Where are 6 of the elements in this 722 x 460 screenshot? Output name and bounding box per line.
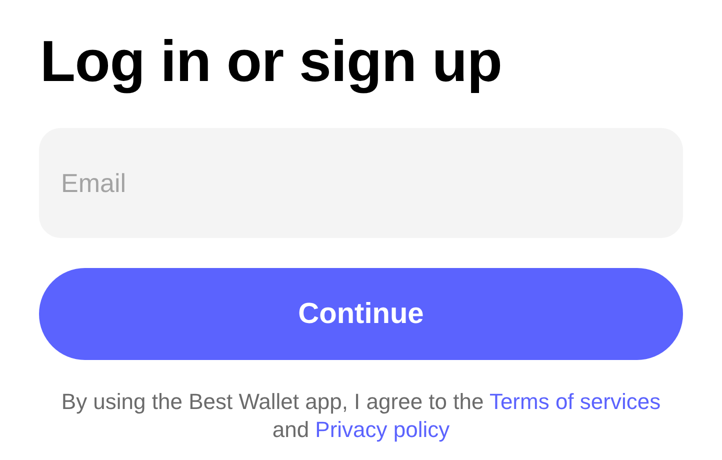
legal-link[interactable]: Terms of services	[489, 389, 661, 414]
continue-button[interactable]: Continue	[39, 268, 683, 360]
page-title: Log in or sign up	[40, 28, 502, 96]
email-field[interactable]: Email	[39, 128, 683, 238]
legal-notice: By using the Best Wallet app, I agree to the Terms of services and Privacy policy	[60, 388, 662, 444]
legal-link[interactable]: Privacy policy	[315, 417, 450, 442]
